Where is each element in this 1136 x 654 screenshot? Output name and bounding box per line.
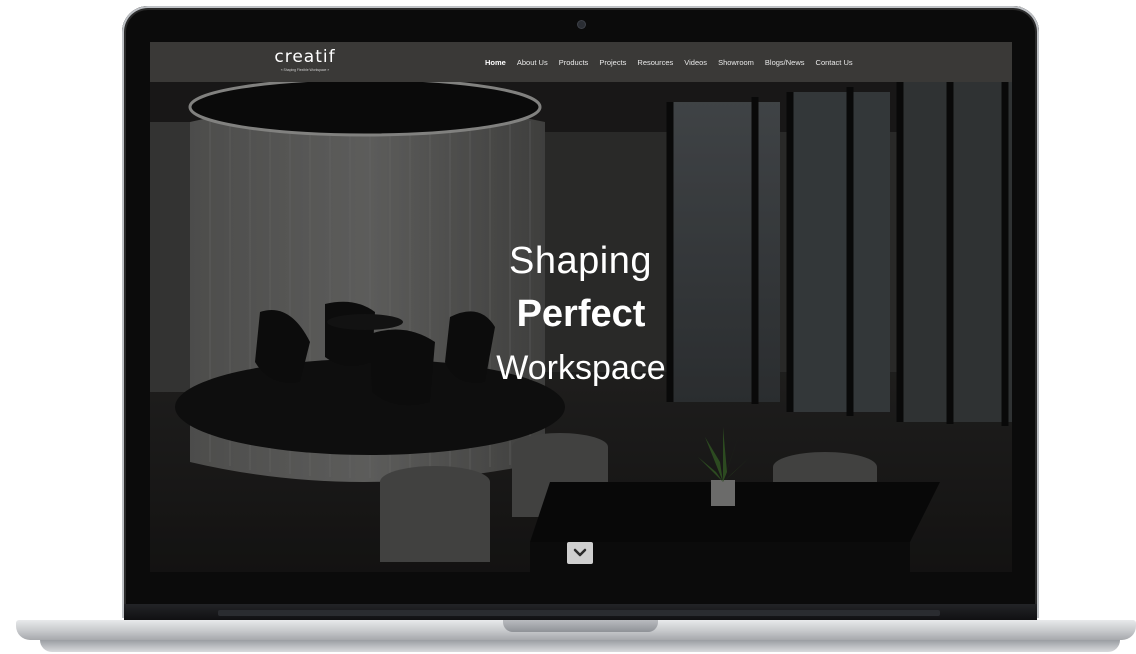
browser-viewport: creatif « Shaping Flexible Workspace » H… — [150, 42, 1012, 572]
site-header: creatif « Shaping Flexible Workspace » H… — [150, 42, 1012, 82]
main-nav: Home About Us Products Projects Resource… — [485, 42, 864, 82]
scroll-down-button[interactable] — [567, 542, 593, 564]
nav-item-home[interactable]: Home — [485, 58, 506, 67]
laptop-opening-notch — [503, 620, 658, 632]
nav-item-showroom[interactable]: Showroom — [718, 58, 754, 67]
hero-line-3: Workspace — [496, 349, 666, 387]
logo-tagline: « Shaping Flexible Workspace » — [280, 68, 330, 72]
hero-heading: Shaping Perfect Workspace — [150, 242, 1012, 385]
site-logo[interactable]: creatif « Shaping Flexible Workspace » — [274, 47, 344, 77]
laptop-hinge-strip — [218, 610, 940, 616]
nav-item-about-us[interactable]: About Us — [517, 58, 548, 67]
nav-item-products[interactable]: Products — [559, 58, 589, 67]
nav-item-resources[interactable]: Resources — [637, 58, 673, 67]
nav-item-blogs-news[interactable]: Blogs/News — [765, 58, 805, 67]
chevron-down-icon — [573, 548, 587, 557]
nav-item-contact-us[interactable]: Contact Us — [816, 58, 853, 67]
hero-line-2: Perfect — [516, 293, 646, 335]
nav-item-projects[interactable]: Projects — [599, 58, 626, 67]
hero-line-1: Shaping — [509, 240, 652, 282]
laptop-base-bottom — [40, 640, 1120, 652]
nav-item-videos[interactable]: Videos — [684, 58, 707, 67]
camera-icon — [578, 21, 585, 28]
logo-wordmark: creatif — [274, 47, 336, 67]
